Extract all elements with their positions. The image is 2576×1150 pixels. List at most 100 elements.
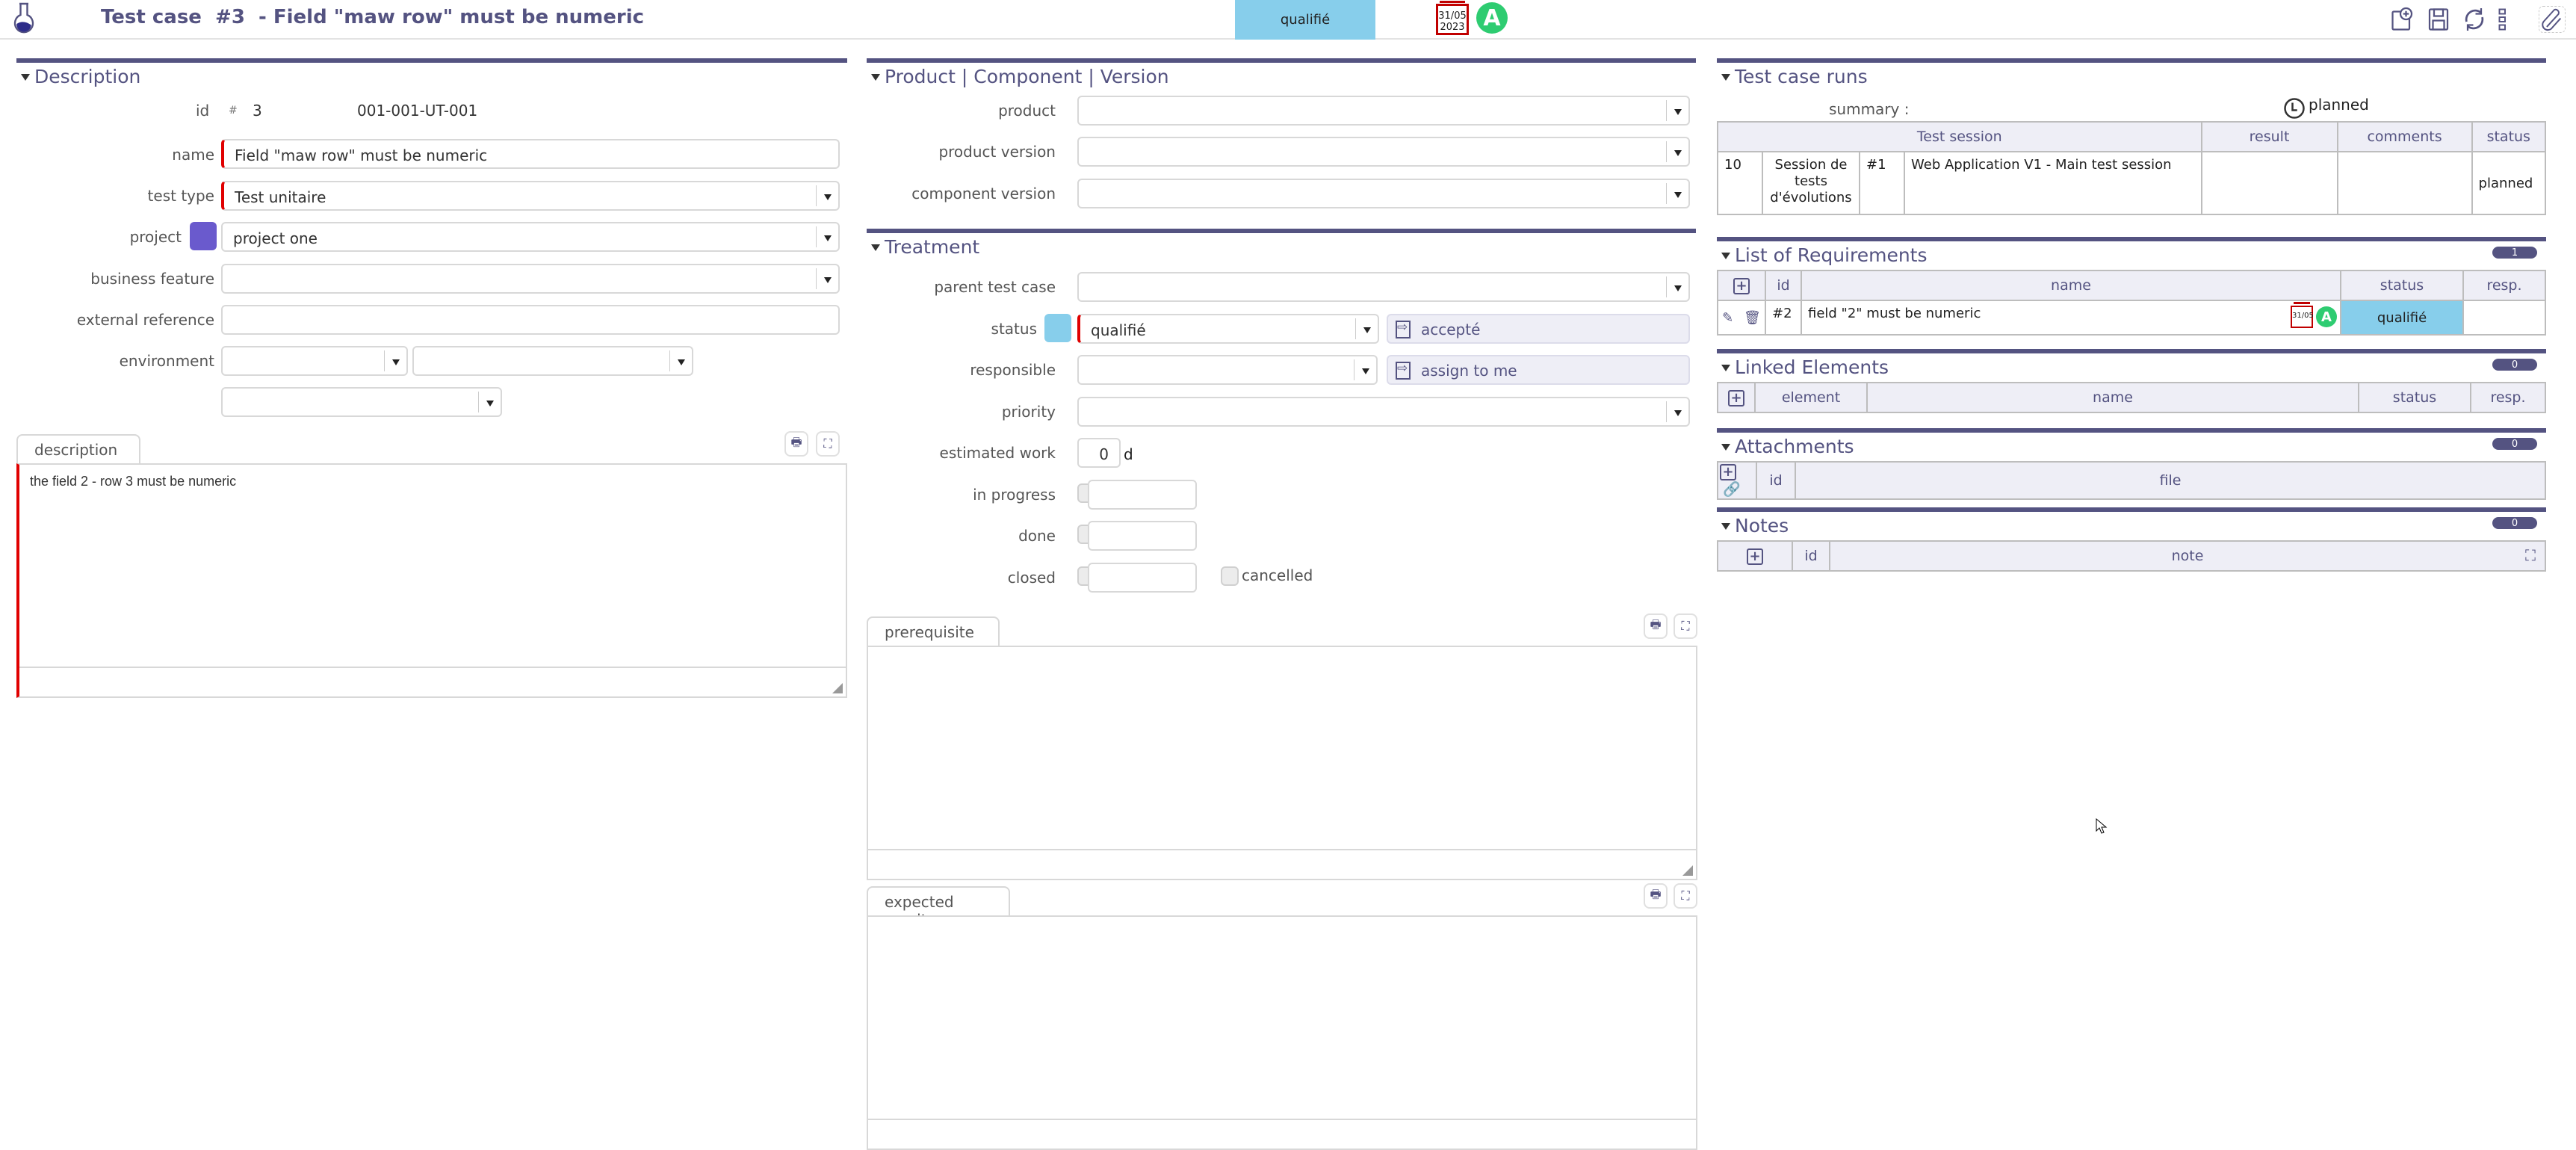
collapse-icon[interactable] bbox=[871, 74, 880, 81]
more-menu-icon[interactable] bbox=[2495, 6, 2510, 33]
resize-handle[interactable] bbox=[832, 683, 843, 693]
print-icon[interactable]: 🖶 bbox=[784, 431, 808, 457]
business-feature-select[interactable] bbox=[221, 264, 840, 294]
expand-icon[interactable]: ⛶ bbox=[1674, 883, 1697, 909]
collapse-icon[interactable] bbox=[1721, 253, 1730, 259]
name-input[interactable]: Field "maw row" must be numeric bbox=[221, 139, 840, 169]
linked-section-header[interactable]: Linked Elements 0 bbox=[1717, 349, 2546, 382]
requirement-name-cell[interactable]: field "2" must be numeric 31/05 A bbox=[1801, 300, 2341, 336]
collapse-icon[interactable] bbox=[1721, 365, 1730, 371]
tab-expected-result[interactable]: expected result bbox=[867, 886, 1010, 929]
status-select[interactable]: qualifié bbox=[1077, 314, 1379, 344]
col-result: result bbox=[2200, 121, 2338, 152]
description-content[interactable]: the field 2 - row 3 must be numeric bbox=[30, 474, 236, 489]
project-value: project one bbox=[233, 229, 318, 247]
product-select[interactable] bbox=[1077, 96, 1690, 126]
environment-select-1[interactable] bbox=[221, 346, 408, 376]
external-reference-input[interactable] bbox=[221, 305, 840, 335]
add-icon[interactable]: + bbox=[1720, 464, 1736, 480]
tab-description[interactable]: description bbox=[16, 434, 140, 464]
chevron-down-icon[interactable] bbox=[1666, 183, 1688, 204]
done-date[interactable] bbox=[1088, 521, 1197, 551]
collapse-icon[interactable] bbox=[1721, 444, 1730, 451]
environment-select-3[interactable] bbox=[221, 387, 502, 417]
chevron-down-icon[interactable] bbox=[816, 268, 838, 289]
col-status: status bbox=[2358, 382, 2471, 413]
print-icon[interactable]: 🖶 bbox=[1644, 613, 1668, 639]
notes-section-header[interactable]: Notes 0 bbox=[1717, 507, 2546, 540]
collapse-icon[interactable] bbox=[871, 244, 880, 251]
attachments-section-header[interactable]: Attachments 0 bbox=[1717, 428, 2546, 461]
chevron-down-icon[interactable] bbox=[1666, 276, 1688, 297]
editor-footer bbox=[868, 849, 1696, 879]
product-version-select[interactable] bbox=[1077, 137, 1690, 167]
closed-date[interactable] bbox=[1088, 563, 1197, 593]
add-icon[interactable]: + bbox=[1728, 389, 1744, 406]
trash-icon[interactable]: 🗑 bbox=[1744, 310, 1761, 326]
add-requirement-cell: + bbox=[1717, 270, 1766, 301]
refresh-icon[interactable] bbox=[2461, 6, 2488, 33]
attach-icon[interactable] bbox=[2539, 6, 2566, 33]
chevron-down-icon[interactable] bbox=[816, 226, 838, 247]
in-progress-date[interactable] bbox=[1088, 480, 1197, 510]
run-session-name[interactable]: Web Application V1 - Main test session bbox=[1904, 151, 2202, 215]
assign-to-me-button[interactable]: assign to me bbox=[1387, 355, 1690, 385]
id-value: 3 bbox=[253, 102, 262, 120]
test-type-select[interactable]: Test unitaire bbox=[221, 181, 840, 211]
estimated-work-input[interactable]: 0 bbox=[1077, 438, 1121, 468]
environment-select-2[interactable] bbox=[412, 346, 693, 376]
chevron-down-icon[interactable] bbox=[1355, 318, 1378, 339]
responsible-select[interactable] bbox=[1077, 355, 1378, 385]
parent-test-case-select[interactable] bbox=[1077, 272, 1690, 302]
expand-icon[interactable]: ⛶ bbox=[816, 431, 840, 457]
product-section-header[interactable]: Product | Component | Version bbox=[867, 58, 1696, 91]
chevron-down-icon[interactable] bbox=[1666, 141, 1688, 162]
col-note-label: note bbox=[2171, 548, 2204, 564]
link-icon[interactable]: 🔗 bbox=[1723, 481, 1741, 498]
description-editor[interactable]: the field 2 - row 3 must be numeric bbox=[16, 463, 847, 698]
test-case-flask-icon bbox=[13, 2, 34, 34]
new-item-icon[interactable] bbox=[2389, 6, 2416, 33]
table-header-row: Test session result comments status bbox=[1717, 121, 2547, 152]
runs-section-header[interactable]: Test case runs bbox=[1717, 58, 2546, 91]
chevron-down-icon[interactable] bbox=[1354, 359, 1376, 380]
table-header-row: + element name status resp. bbox=[1717, 382, 2546, 413]
right-column: Test case runs summary : planned Test se… bbox=[1717, 40, 2547, 573]
collapse-icon[interactable] bbox=[21, 74, 30, 81]
description-section-header[interactable]: Description bbox=[16, 58, 847, 91]
chevron-down-icon[interactable] bbox=[384, 350, 406, 371]
chevron-down-icon[interactable] bbox=[816, 185, 838, 206]
expand-icon[interactable]: ⛶ bbox=[1674, 613, 1697, 639]
add-icon[interactable]: + bbox=[1747, 548, 1763, 565]
status-color-swatch bbox=[1044, 314, 1071, 342]
next-status-button[interactable]: accepté bbox=[1387, 314, 1690, 344]
table-row[interactable]: 10 Session de tests d'évolutions #1 Web … bbox=[1717, 151, 2547, 215]
project-select[interactable]: project one bbox=[221, 222, 840, 252]
table-row[interactable]: ✎ 🗑 #2 field "2" must be numeric 31/05 A… bbox=[1717, 300, 2546, 336]
tab-prerequisite[interactable]: prerequisite bbox=[867, 616, 1000, 646]
chevron-down-icon[interactable] bbox=[669, 350, 692, 371]
print-icon[interactable]: 🖶 bbox=[1644, 883, 1668, 909]
table-header-row: + id name status resp. bbox=[1717, 270, 2546, 301]
collapse-icon[interactable] bbox=[1721, 523, 1730, 530]
add-icon[interactable]: + bbox=[1733, 277, 1750, 294]
expected-result-editor[interactable] bbox=[867, 915, 1697, 1150]
priority-select[interactable] bbox=[1077, 397, 1690, 427]
fullscreen-icon[interactable]: ⛶ bbox=[2525, 546, 2536, 564]
requirement-resp bbox=[2462, 300, 2546, 336]
component-version-select[interactable] bbox=[1077, 179, 1690, 208]
chevron-down-icon[interactable] bbox=[478, 392, 501, 412]
collapse-icon[interactable] bbox=[1721, 74, 1730, 81]
save-icon[interactable] bbox=[2425, 6, 2452, 33]
product-version-label: product version bbox=[938, 143, 1056, 161]
chevron-down-icon[interactable] bbox=[1666, 401, 1688, 422]
chevron-down-icon[interactable] bbox=[1666, 100, 1688, 121]
requirement-name[interactable]: field "2" must be numeric bbox=[1808, 306, 1981, 321]
treatment-section-header[interactable]: Treatment bbox=[867, 229, 1696, 262]
requirements-section-header[interactable]: List of Requirements 1 bbox=[1717, 237, 2546, 270]
edit-pencil-icon[interactable]: ✎ bbox=[1722, 310, 1733, 326]
cancelled-checkbox[interactable] bbox=[1221, 566, 1239, 586]
resize-handle[interactable] bbox=[1682, 865, 1693, 876]
prerequisite-editor[interactable] bbox=[867, 646, 1697, 880]
col-element: element bbox=[1754, 382, 1868, 413]
